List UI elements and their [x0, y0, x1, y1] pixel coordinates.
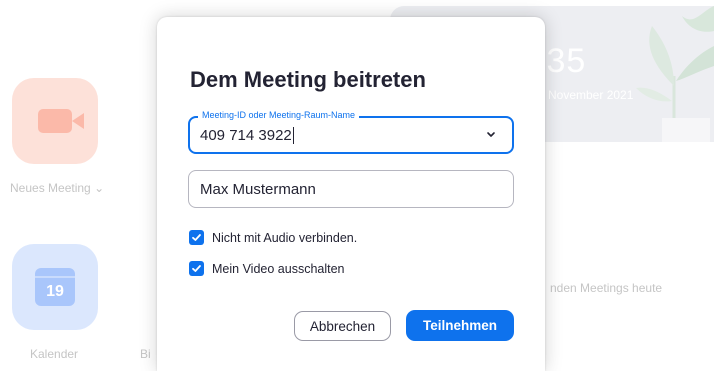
no-audio-checkbox[interactable] — [189, 230, 204, 245]
calendar-tile[interactable]: 19 — [12, 244, 98, 330]
video-off-checkbox[interactable] — [189, 261, 204, 276]
meeting-id-value: 409 714 3922 — [200, 127, 292, 144]
meeting-id-legend: Meeting-ID oder Meeting-Raum-Name — [198, 110, 360, 120]
calendar-day: 19 — [46, 283, 64, 300]
plant-illustration — [636, 6, 714, 142]
cancel-button[interactable]: Abbrechen — [294, 311, 391, 341]
video-off-option[interactable]: Mein Video ausschalten — [189, 261, 345, 276]
no-audio-option[interactable]: Nicht mit Audio verbinden. — [189, 230, 357, 245]
text-caret — [292, 127, 294, 144]
name-input[interactable]: Max Mustermann — [188, 170, 514, 208]
checkmark-icon — [192, 234, 201, 241]
clock-date: November 2021 — [548, 88, 634, 102]
meeting-id-input[interactable]: 409 714 3922 — [200, 127, 294, 144]
calendar-label: Kalender — [30, 347, 79, 361]
checkmark-icon — [192, 265, 201, 272]
no-audio-label: Nicht mit Audio verbinden. — [212, 230, 358, 245]
join-button[interactable]: Teilnehmen — [406, 310, 514, 341]
chevron-down-icon: ⌄ — [94, 181, 105, 195]
join-meeting-dialog: Dem Meeting beitreten Meeting-ID oder Me… — [157, 17, 545, 371]
name-value: Max Mustermann — [200, 181, 316, 198]
partial-label: Bi — [140, 347, 151, 361]
no-meetings-text: nden Meetings heute — [550, 281, 663, 295]
video-camera-icon — [38, 109, 84, 133]
dialog-title: Dem Meeting beitreten — [190, 67, 426, 92]
meeting-id-combobox[interactable]: Meeting-ID oder Meeting-Raum-Name 409 71… — [188, 110, 514, 154]
calendar-icon: 19 — [35, 268, 75, 306]
chevron-down-icon[interactable] — [484, 127, 498, 141]
new-meeting-label: Neues Meeting ⌄ — [10, 181, 105, 195]
video-off-label: Mein Video ausschalten — [212, 261, 345, 276]
new-meeting-tile[interactable] — [12, 78, 98, 164]
